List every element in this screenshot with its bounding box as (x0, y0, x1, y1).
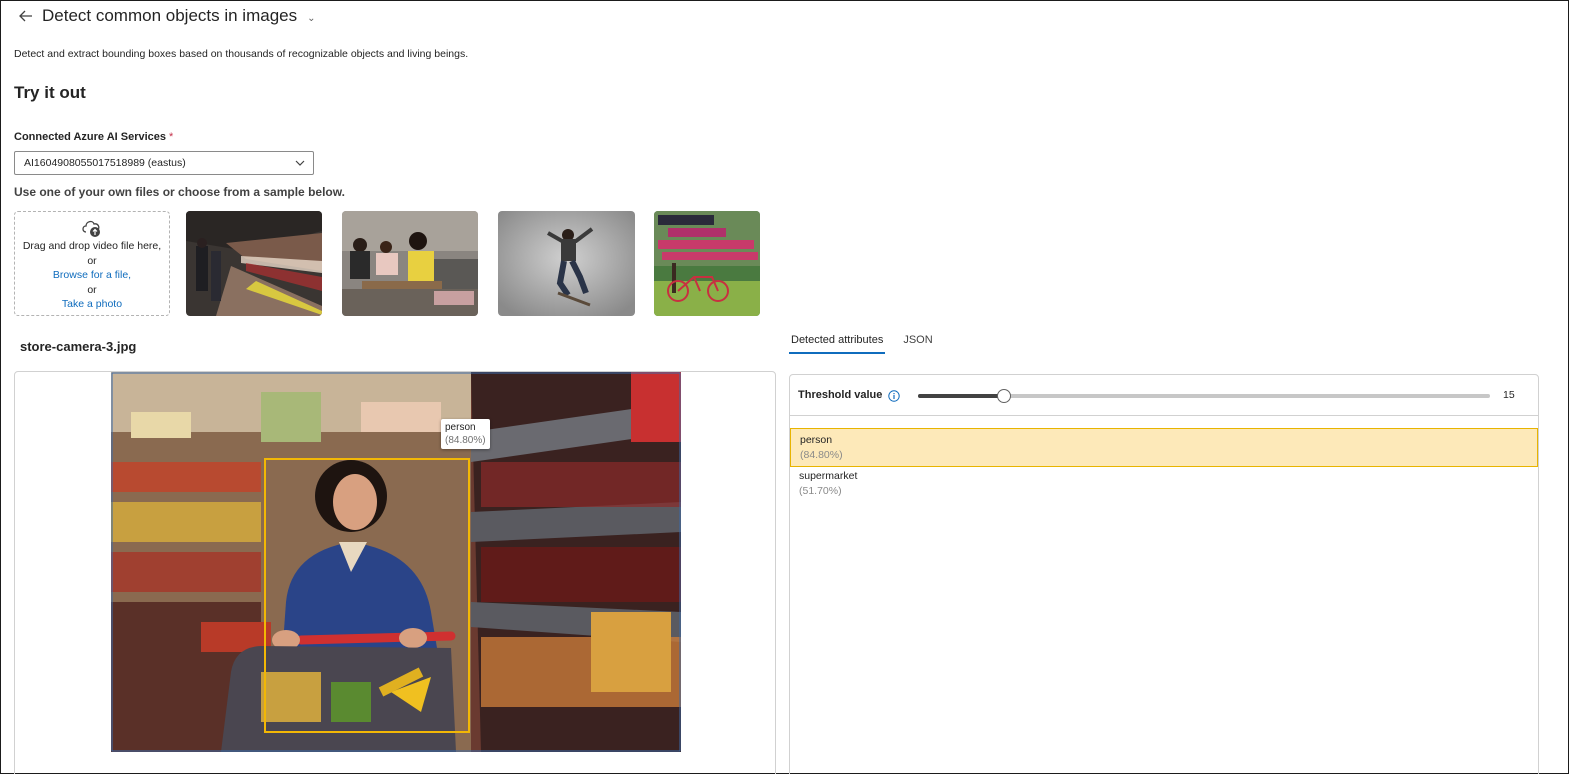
try-it-out-heading: Try it out (14, 83, 86, 102)
service-dropdown[interactable]: AI1604908055017518989 (eastus) (14, 151, 314, 175)
attribute-item-person[interactable]: person (84.80%) (790, 428, 1538, 467)
store-camera-photo: person (84.80%) (111, 372, 681, 752)
required-marker: * (169, 131, 174, 143)
or-text: or (87, 283, 97, 296)
image-preview-panel: person (84.80%) (14, 371, 776, 774)
attribute-name: person (800, 434, 833, 446)
sample-skateboarder-thumbnail[interactable] (498, 211, 635, 316)
detection-tag: person (84.80%) (441, 419, 490, 449)
sample-bicycle-poster-thumbnail[interactable] (654, 211, 760, 316)
take-photo-link[interactable]: Take a photo (62, 297, 122, 312)
tab-detected-attributes[interactable]: Detected attributes (789, 333, 886, 354)
info-icon[interactable] (888, 389, 901, 402)
attribute-name: supermarket (799, 470, 858, 482)
service-label-text: Connected Azure AI Services (14, 131, 167, 143)
or-text: or (87, 254, 97, 267)
back-arrow-icon[interactable] (18, 8, 34, 24)
sample-meeting-thumbnail[interactable] (342, 211, 478, 316)
threshold-slider[interactable] (918, 389, 1490, 403)
threshold-slider-thumb[interactable] (996, 389, 1011, 403)
preview-file-name: store-camera-3.jpg (20, 339, 137, 354)
results-tabs: Detected attributes JSON (789, 333, 935, 354)
threshold-value: 15 (1503, 389, 1515, 401)
threshold-row: Threshold value 15 (790, 375, 1538, 416)
drag-drop-text: Drag and drop video file here, (22, 240, 162, 252)
threshold-label: Threshold value (798, 389, 883, 401)
threshold-slider-fill (918, 394, 1004, 398)
detection-label: person (445, 422, 476, 433)
attribute-item-supermarket[interactable]: supermarket (51.70%) (790, 465, 1538, 502)
title-chevron-down-icon[interactable]: ⌄ (307, 13, 315, 24)
service-field-label: Connected Azure AI Services * (14, 131, 173, 143)
page-header: Detect common objects in images ⌄ (18, 6, 316, 26)
sample-subway-thumbnail[interactable] (186, 211, 322, 316)
attribute-confidence: (84.80%) (800, 448, 843, 461)
attribute-confidence: (51.70%) (799, 484, 842, 497)
browse-file-link[interactable]: Browse for a file, (53, 268, 131, 283)
tab-json[interactable]: JSON (901, 333, 934, 354)
chevron-down-icon (295, 157, 305, 169)
service-dropdown-value: AI1604908055017518989 (eastus) (24, 157, 186, 169)
sample-hint: Use one of your own files or choose from… (14, 185, 345, 199)
attributes-panel: Threshold value 15 person (84.80%) super… (789, 374, 1539, 774)
cloud-upload-icon (80, 217, 104, 239)
file-drop-zone[interactable]: Drag and drop video file here, or Browse… (14, 211, 170, 316)
page-title: Detect common objects in images (42, 6, 298, 25)
detection-confidence: (84.80%) (445, 435, 486, 446)
page-subtitle: Detect and extract bounding boxes based … (14, 48, 469, 60)
